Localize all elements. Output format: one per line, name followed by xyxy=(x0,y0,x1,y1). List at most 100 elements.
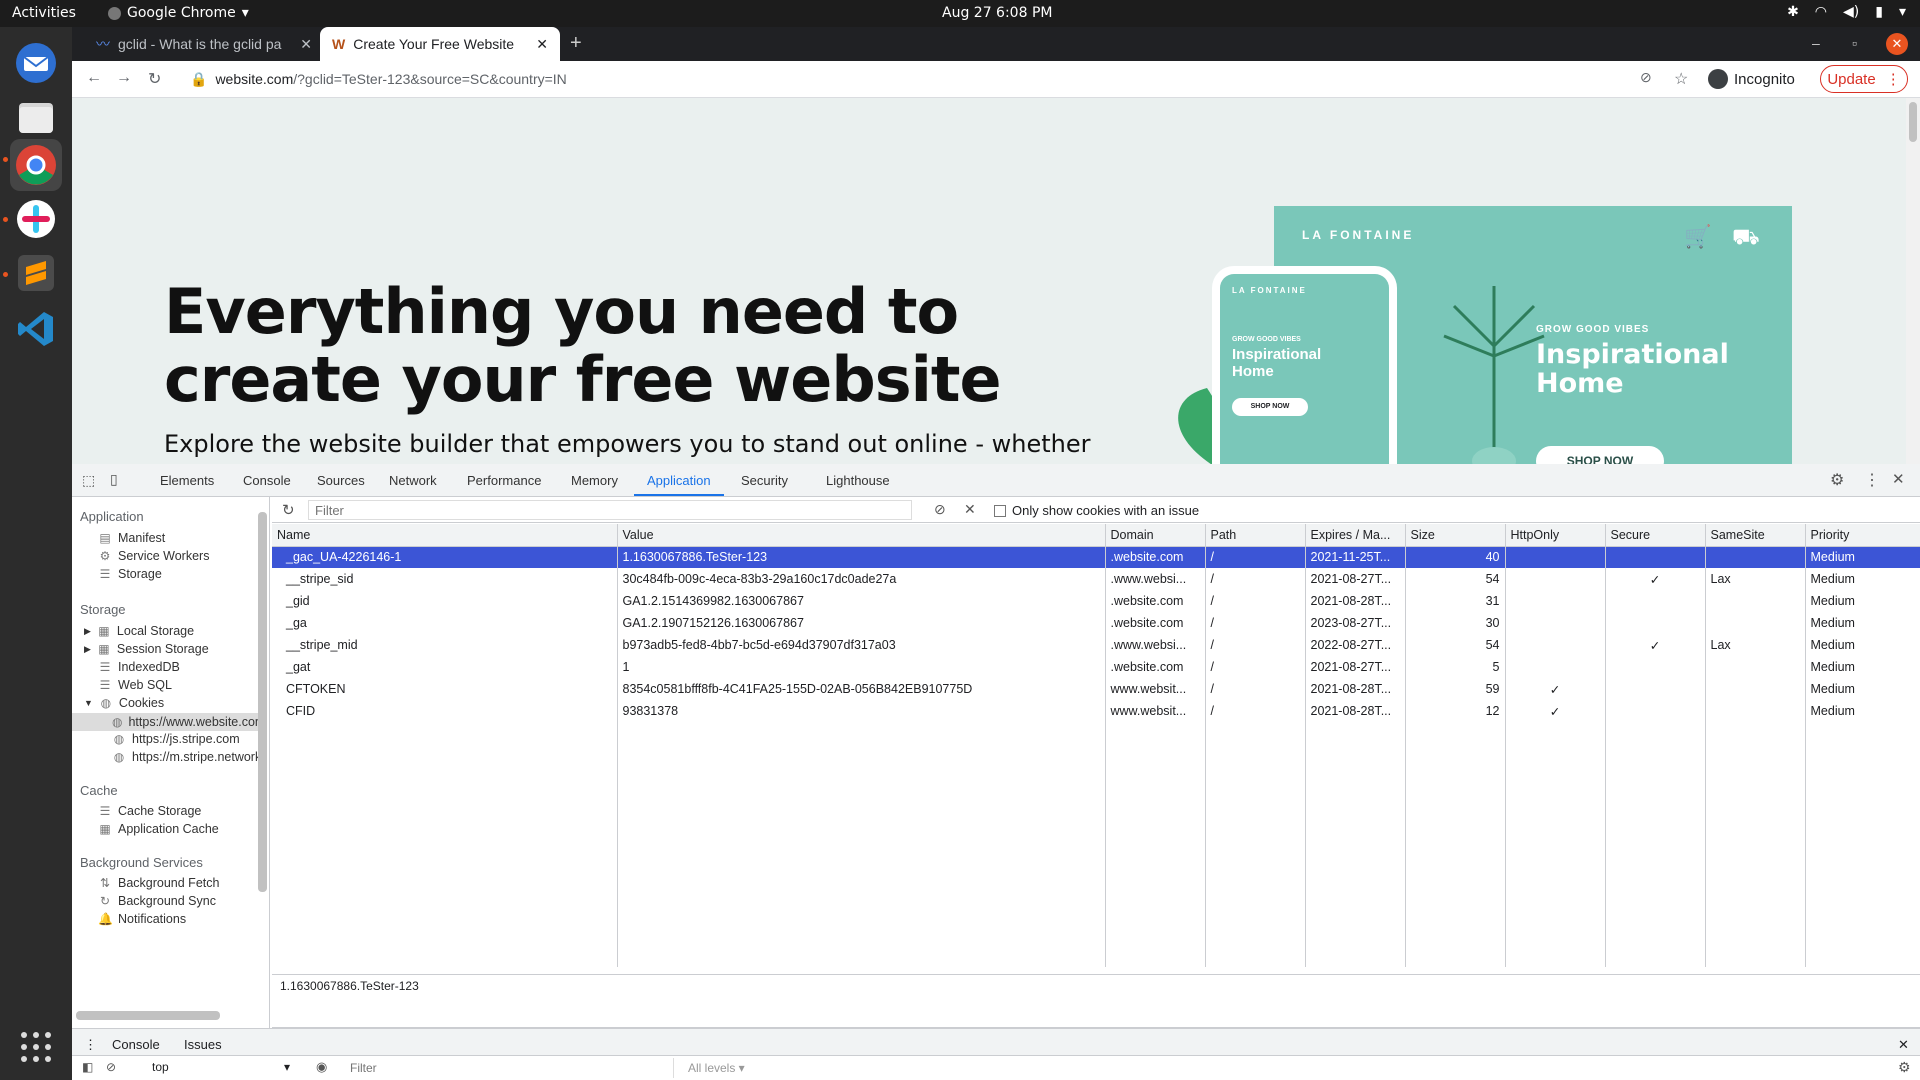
sidebar-item-storage[interactable]: ☰ Storage xyxy=(98,567,162,581)
column-header[interactable]: Value xyxy=(617,524,1106,547)
close-drawer-icon[interactable]: ✕ xyxy=(1898,1037,1909,1053)
tab-gclid[interactable]: 〰 gclid - What is the gclid pa ✕ xyxy=(84,27,324,61)
minimize-icon[interactable]: – xyxy=(1812,35,1820,51)
column-header[interactable]: Path xyxy=(1205,524,1306,547)
column-header[interactable]: Expires / Ma... xyxy=(1305,524,1406,547)
sidebar-item-application-cache[interactable]: ▦ Application Cache xyxy=(98,822,218,836)
table-row[interactable]: __stripe_mid b973adb5-fed8-4bb7-bc5d-e694… xyxy=(272,634,1920,656)
tab-console[interactable]: Console xyxy=(243,473,291,488)
show-apps-icon[interactable] xyxy=(10,1021,62,1073)
close-icon[interactable]: ✕ xyxy=(536,36,548,53)
caret-right-icon[interactable]: ▶ xyxy=(84,626,91,637)
google-chrome-icon[interactable] xyxy=(10,139,62,191)
eye-off-icon[interactable]: ⊘ xyxy=(1640,69,1652,86)
tab-elements[interactable]: Elements xyxy=(160,473,214,488)
forward-icon[interactable]: → xyxy=(116,69,132,87)
column-header[interactable]: Secure xyxy=(1605,524,1706,547)
tab-lighthouse[interactable]: Lighthouse xyxy=(826,473,890,488)
tab-create-website[interactable]: W Create Your Free Website ✕ xyxy=(320,27,560,61)
tab-issues[interactable]: Issues xyxy=(184,1037,222,1052)
shop-now-button[interactable]: SHOP NOW xyxy=(1536,446,1664,464)
device-toolbar-icon[interactable]: ▯ xyxy=(110,471,118,488)
table-row[interactable]: _gac_UA-4226146-1 1.1630067886.TeSter-123… xyxy=(272,546,1920,568)
refresh-icon[interactable]: ↻ xyxy=(282,501,295,519)
sidebar-item-local-storage[interactable]: ▶ ▦ Local Storage xyxy=(84,624,194,638)
inspect-icon[interactable]: ⬚ xyxy=(82,472,95,489)
table-row[interactable]: CFTOKEN 8354c0581bfff8fb-4C41FA25-155D-02… xyxy=(272,678,1920,700)
slack-icon[interactable] xyxy=(10,193,62,245)
vscode-icon[interactable] xyxy=(10,303,62,355)
table-row[interactable]: _ga GA1.2.1907152126.1630067867 .website.c… xyxy=(272,612,1920,634)
clock[interactable]: Aug 27 6:08 PM xyxy=(942,5,1052,21)
sidebar-item-manifest[interactable]: ▤ Manifest xyxy=(98,531,165,545)
clear-all-icon[interactable]: ⊘ xyxy=(934,501,946,518)
sidebar-scrollbar[interactable] xyxy=(258,512,267,892)
star-icon[interactable]: ☆ xyxy=(1674,69,1688,89)
table-row[interactable]: __stripe_sid 30c484fb-009c-4eca-83b3-29a1… xyxy=(272,568,1920,590)
column-header[interactable]: Size xyxy=(1405,524,1506,547)
tab-network[interactable]: Network xyxy=(389,473,437,488)
cookie-source-js-stripe[interactable]: ◍ https://js.stripe.com xyxy=(112,732,240,746)
table-row[interactable]: CFID 93831378 www.websit.../2021-08-28T...… xyxy=(272,700,1920,722)
sidebar-item-notifications[interactable]: 🔔 Notifications xyxy=(98,912,186,926)
table-row[interactable]: _gid GA1.2.1514369982.1630067867 .website.… xyxy=(272,590,1920,612)
close-devtools-icon[interactable]: ✕ xyxy=(1892,470,1905,488)
tab-security[interactable]: Security xyxy=(741,473,788,488)
scroll-thumb[interactable] xyxy=(1909,102,1917,142)
only-issue-toggle[interactable]: Only show cookies with an issue xyxy=(994,503,1199,518)
column-header[interactable]: Domain xyxy=(1105,524,1206,547)
kebab-icon[interactable]: ⋮ xyxy=(84,1037,97,1053)
update-button[interactable]: Update ⋮ xyxy=(1820,65,1908,93)
table-row[interactable]: _gat 1 .website.com/2021-08-27T... 5 Medium xyxy=(272,656,1920,678)
reload-icon[interactable]: ↻ xyxy=(148,69,161,89)
console-filter-input[interactable] xyxy=(344,1058,674,1078)
sidebar-toggle-icon[interactable]: ◧ xyxy=(82,1060,93,1074)
sublime-text-icon[interactable] xyxy=(10,247,62,299)
sidebar-item-session-storage[interactable]: ▶ ▦ Session Storage xyxy=(84,642,209,656)
tab-performance[interactable]: Performance xyxy=(467,473,541,488)
sidebar-item-background-sync[interactable]: ↻ Background Sync xyxy=(98,894,216,908)
log-levels-select[interactable]: All levels ▾ xyxy=(688,1061,745,1075)
gear-icon[interactable]: ⚙ xyxy=(1898,1059,1911,1076)
caret-down-icon[interactable]: ▼ xyxy=(84,698,93,708)
page-scrollbar[interactable] xyxy=(1906,98,1920,464)
sidebar-item-cache-storage[interactable]: ☰ Cache Storage xyxy=(98,804,202,818)
sidebar-horizontal-scrollbar[interactable] xyxy=(76,1011,220,1020)
column-header[interactable]: SameSite xyxy=(1705,524,1806,547)
restore-icon[interactable]: ▫ xyxy=(1852,35,1857,51)
address-bar[interactable]: 🔒 website.com/?gclid=TeSter-123&source=S… xyxy=(190,65,1670,93)
column-header[interactable]: Name xyxy=(272,524,618,547)
context-select[interactable]: top ▾ xyxy=(152,1060,290,1074)
caret-right-icon[interactable]: ▶ xyxy=(84,644,91,655)
column-header[interactable]: HttpOnly xyxy=(1505,524,1606,547)
column-header[interactable]: Priority xyxy=(1805,524,1920,547)
delete-selected-icon[interactable]: ✕ xyxy=(964,501,976,518)
back-icon[interactable]: ← xyxy=(86,69,102,87)
sidebar-item-indexeddb[interactable]: ☰ IndexedDB xyxy=(98,660,180,674)
sidebar-item-websql[interactable]: ☰ Web SQL xyxy=(98,678,172,692)
gear-icon[interactable]: ⚙ xyxy=(1830,470,1844,490)
cookie-source-website[interactable]: ◍ https://www.website.com xyxy=(72,713,265,731)
incognito-indicator[interactable]: Incognito xyxy=(1708,65,1795,93)
sidebar-item-service-workers[interactable]: ⚙ Service Workers xyxy=(98,549,210,563)
table-cell xyxy=(1605,700,1706,722)
tab-memory[interactable]: Memory xyxy=(571,473,618,488)
window-close-icon[interactable]: ✕ xyxy=(1886,33,1908,55)
files-icon[interactable] xyxy=(10,91,62,143)
activities-button[interactable]: Activities xyxy=(12,5,76,21)
tab-sources[interactable]: Sources xyxy=(317,473,365,488)
tab-application[interactable]: Application xyxy=(647,473,711,488)
cookie-filter-input[interactable] xyxy=(308,500,912,520)
kebab-icon[interactable]: ⋮ xyxy=(1864,470,1880,490)
close-icon[interactable]: ✕ xyxy=(300,36,312,53)
sidebar-item-cookies[interactable]: ▼ ◍ Cookies xyxy=(84,696,164,710)
cookie-source-m-stripe[interactable]: ◍ https://m.stripe.network xyxy=(112,750,261,764)
checkbox[interactable] xyxy=(994,504,1006,517)
thunderbird-icon[interactable] xyxy=(10,37,62,89)
app-menu[interactable]: Google Chrome ▾ xyxy=(108,5,249,21)
sidebar-item-background-fetch[interactable]: ⇅ Background Fetch xyxy=(98,876,219,890)
system-tray[interactable]: ✱ ◠ ◀) ▮ ▾ xyxy=(1787,4,1906,20)
new-tab-icon[interactable]: + xyxy=(570,32,582,55)
eye-icon[interactable]: ◉ xyxy=(316,1059,327,1075)
clear-console-icon[interactable]: ⊘ xyxy=(106,1060,116,1074)
